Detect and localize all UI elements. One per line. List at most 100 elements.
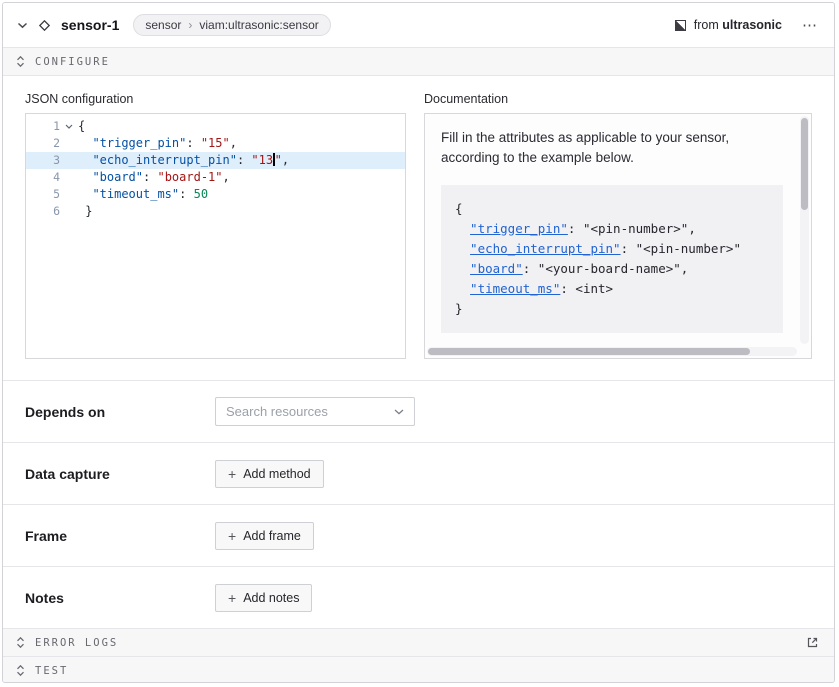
documentation-label: Documentation [424,92,812,106]
add-frame-label: Add frame [243,529,301,543]
doc-colon: : [621,241,636,256]
doc-comma: , [681,261,689,276]
add-notes-label: Add notes [243,591,299,605]
pill-model-label: viam:ultrasonic:sensor [199,18,318,32]
open-logs-external-button[interactable] [804,634,821,651]
module-source-text: from ultrasonic [694,18,782,32]
documentation-panel: Fill in the attributes as applicable to … [424,113,812,359]
configure-body: JSON configuration 1 { 2 "trigger_pin": … [3,76,834,380]
select-placeholder: Search resources [226,404,328,419]
doc-close-brace: } [455,301,463,316]
configure-label: CONFIGURE [35,56,110,68]
add-frame-button[interactable]: + Add frame [215,522,314,550]
depends-on-label: Depends on [25,404,215,420]
plus-icon: + [228,467,236,481]
add-method-button[interactable]: + Add method [215,460,324,488]
sensor-component-icon [38,19,51,32]
line-number: 3 [26,152,60,169]
json-config-label: JSON configuration [25,92,406,106]
json-key: "timeout_ms" [92,187,179,201]
line-number: 4 [26,169,60,186]
json-colon: : [186,136,200,150]
sensor-config-card: sensor-1 sensor › viam:ultrasonic:sensor… [2,2,835,683]
doc-vertical-scrollbar-thumb[interactable] [801,118,808,210]
json-value: "board-1" [157,170,222,184]
doc-json-key: "trigger_pin" [470,221,568,236]
from-label: from [694,18,722,32]
module-icon [675,20,686,31]
line-number: 1 [26,118,60,135]
module-name: ultrasonic [722,18,782,32]
component-title: sensor-1 [61,17,119,33]
plus-icon: + [228,591,236,605]
json-key: "echo_interrupt_pin" [92,153,237,167]
editor-line-4[interactable]: 4 "board": "board-1", [26,169,405,186]
pill-chevron-icon: › [188,18,192,32]
line-number: 6 [26,203,60,220]
json-config-column: JSON configuration 1 { 2 "trigger_pin": … [25,92,406,364]
chevron-down-icon [17,22,28,29]
configure-section-header[interactable]: CONFIGURE [3,48,834,76]
editor-line-2[interactable]: 2 "trigger_pin": "15", [26,135,405,152]
editor-line-1[interactable]: 1 { [26,118,405,135]
external-link-icon [806,636,819,649]
editor-line-6[interactable]: 6 } [26,203,405,220]
json-editor[interactable]: 1 { 2 "trigger_pin": "15", 3 [25,113,406,359]
depends-on-select[interactable]: Search resources [215,397,415,426]
line-number: 5 [26,186,60,203]
json-key: "board" [92,170,143,184]
fold-chevron-icon[interactable] [65,124,73,129]
frame-row: Frame + Add frame [3,504,834,566]
add-notes-button[interactable]: + Add notes [215,584,312,612]
doc-json-value: "<pin-number>" [636,241,741,256]
plus-icon: + [228,529,236,543]
json-colon: : [179,187,193,201]
doc-horizontal-scrollbar-thumb[interactable] [428,348,750,355]
json-close-brace: } [85,204,92,218]
json-comma: , [223,170,230,184]
editor-line-5[interactable]: 5 "timeout_ms": 50 [26,186,405,203]
doc-colon: : [523,261,538,276]
add-method-label: Add method [243,467,310,481]
editor-line-3-active[interactable]: 3 "echo_interrupt_pin": "13", [26,152,405,169]
doc-horizontal-scrollbar[interactable] [427,347,797,356]
doc-intro-text: Fill in the attributes as applicable to … [441,128,783,169]
doc-json-value: <int> [575,281,613,296]
more-menu-button[interactable]: ⋯ [800,16,820,34]
chevron-down-icon [394,409,404,415]
doc-json-key: "board" [470,261,523,276]
error-logs-section-header[interactable]: ERROR LOGS [3,628,834,656]
json-value: "13 [251,153,273,167]
doc-open-brace: { [455,201,463,216]
json-open-brace: { [78,119,85,133]
data-capture-label: Data capture [25,466,215,482]
collapse-expand-icon [16,636,25,649]
component-header: sensor-1 sensor › viam:ultrasonic:sensor… [3,3,834,48]
json-number: 50 [194,187,208,201]
doc-code-example: { "trigger_pin": "<pin-number>", "echo_i… [441,185,783,333]
doc-json-value: "<pin-number>" [583,221,688,236]
test-section-header[interactable]: TEST [3,656,834,683]
doc-vertical-scrollbar[interactable] [800,116,809,344]
notes-label: Notes [25,590,215,606]
frame-label: Frame [25,528,215,544]
json-comma: , [282,153,289,167]
json-value-quote: " [275,153,282,167]
line-number: 2 [26,135,60,152]
notes-row: Notes + Add notes [3,566,834,628]
component-type-pill: sensor › viam:ultrasonic:sensor [133,14,330,36]
error-logs-label: ERROR LOGS [35,637,118,649]
data-capture-row: Data capture + Add method [3,442,834,504]
collapse-expand-icon [16,664,25,677]
collapse-expand-icon [16,55,25,68]
json-key: "trigger_pin" [92,136,186,150]
doc-comma: , [688,221,696,236]
pill-type-label: sensor [145,18,181,32]
doc-colon: : [560,281,575,296]
collapse-card-button[interactable] [15,20,30,31]
test-label: TEST [35,665,68,677]
json-comma: , [230,136,237,150]
doc-json-value: "<your-board-name>" [538,261,681,276]
json-colon: : [237,153,251,167]
depends-on-row: Depends on Search resources [3,380,834,442]
